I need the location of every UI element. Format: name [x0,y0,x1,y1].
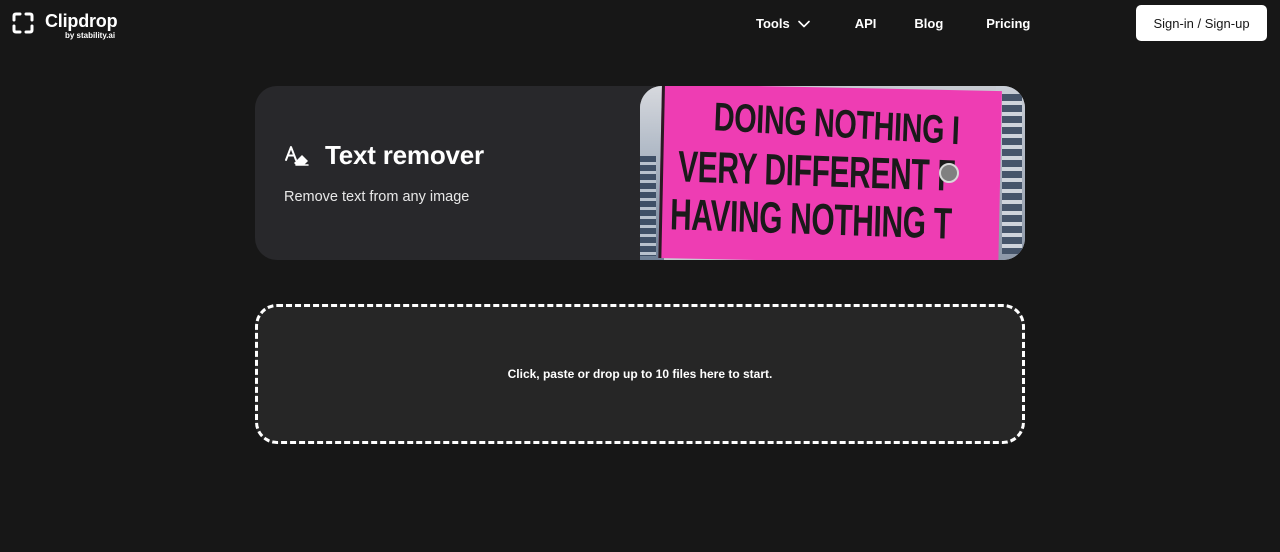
file-dropzone[interactable]: Click, paste or drop up to 10 files here… [255,304,1025,444]
chevron-down-icon [797,20,810,28]
nav-pricing-label: Pricing [986,16,1031,31]
nav-pricing[interactable]: Pricing [986,16,1030,32]
nav-tools[interactable]: Tools [756,16,810,32]
dropzone-instructions: Click, paste or drop up to 10 files here… [507,367,773,381]
logo-byline: by stability.ai [65,31,116,40]
nav-api[interactable]: API [855,16,877,32]
signin-signup-button[interactable]: Sign-in / Sign-up [1136,5,1267,41]
tool-hero-card: Text remover Remove text from any image … [255,86,1025,260]
billboard-preview-image: DOING NOTHING I VERY DIFFERENT F HAVING … [640,86,1025,260]
nav-blog-label: Blog [914,16,944,31]
main-nav: Tools API Blog Pricing [756,16,1030,32]
page-title: Text remover [325,140,484,170]
eraser-text-icon [285,145,309,166]
building-left-windows [640,156,656,256]
bracket-frame-icon [12,12,34,34]
billboard-line-3: HAVING NOTHING T [669,190,953,249]
logo-name: Clipdrop [45,11,118,31]
site-header: Clipdrop by stability.ai Tools API Blog … [0,0,1280,48]
nav-api-label: API [854,16,877,31]
building-right-windows [1002,94,1022,254]
nav-tools-label: Tools [756,16,790,31]
clipdrop-logo[interactable]: Clipdrop by stability.ai [12,11,118,41]
page-subtitle: Remove text from any image [284,189,470,205]
eraser-brush-cursor [939,163,959,183]
nav-blog[interactable]: Blog [914,16,943,32]
